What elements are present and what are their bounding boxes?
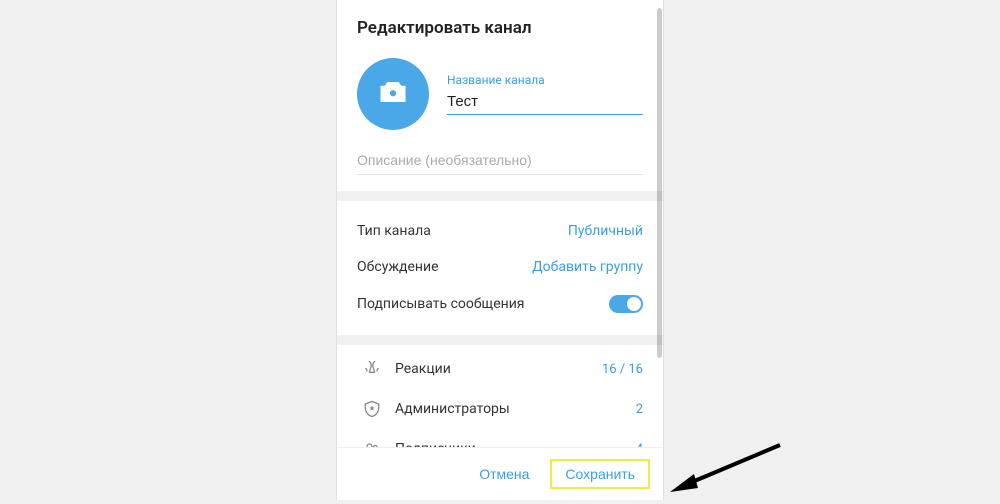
camera-icon [378,77,408,111]
description-section [337,142,663,191]
channel-type-row[interactable]: Тип канала Публичный [357,213,643,249]
sign-messages-label: Подписывать сообщения [357,296,524,312]
annotation-arrow [670,440,790,504]
channel-identity-section: Название канала [337,42,663,142]
sign-messages-toggle[interactable] [609,295,643,313]
people-icon [357,439,387,447]
reactions-label: Реакции [387,361,602,377]
admins-label: Администраторы [387,401,636,417]
edit-channel-dialog: Редактировать канал Название канала [336,0,664,500]
channel-name-input[interactable] [447,89,643,115]
discussion-value: Добавить группу [532,259,643,275]
reactions-value: 16 / 16 [602,362,643,377]
dialog-header: Редактировать канал [337,0,663,42]
discussion-label: Обсуждение [357,259,439,275]
dialog-footer: Отмена Сохранить [337,447,663,500]
scrollbar[interactable] [657,8,662,358]
subscribers-value: 4 [636,442,643,448]
section-divider [337,191,663,201]
subscribers-row[interactable]: Подписчики 4 [347,429,653,447]
shield-star-icon [357,399,387,419]
description-input[interactable] [357,146,643,175]
subscribers-label: Подписчики [387,441,636,447]
channel-type-value: Публичный [568,223,643,239]
reactions-row[interactable]: Реакции 16 / 16 [347,349,653,389]
section-divider [337,335,663,345]
save-button[interactable]: Сохранить [551,460,649,488]
discussion-row[interactable]: Обсуждение Добавить группу [357,249,643,285]
channel-name-field: Название канала [447,73,643,115]
admins-row[interactable]: Администраторы 2 [347,389,653,429]
channel-name-label: Название канала [447,73,643,87]
management-list-section: Реакции 16 / 16 Администраторы 2 [337,345,663,447]
admins-value: 2 [636,402,643,417]
channel-type-label: Тип канала [357,223,431,239]
reactions-icon [357,359,387,379]
cancel-button[interactable]: Отмена [465,460,543,488]
sign-messages-row: Подписывать сообщения [357,285,643,323]
scroll-area[interactable]: Редактировать канал Название канала [337,0,663,447]
channel-avatar[interactable] [357,58,429,130]
channel-settings-section: Тип канала Публичный Обсуждение Добавить… [337,201,663,335]
dialog-title: Редактировать канал [357,18,643,38]
